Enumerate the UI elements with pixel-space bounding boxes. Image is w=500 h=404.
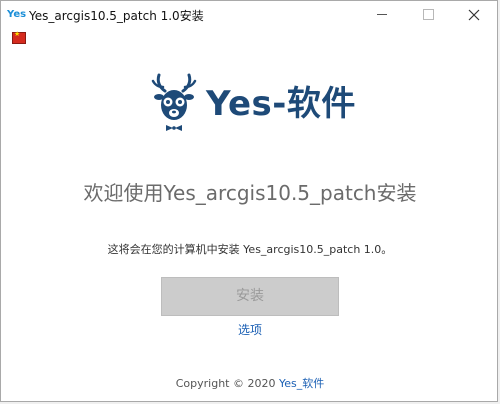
close-button[interactable] (451, 1, 497, 29)
minimize-button[interactable] (359, 1, 405, 29)
install-button[interactable]: 安装 (161, 277, 339, 316)
brand-name: Yes-软件 (206, 84, 356, 124)
china-flag-icon[interactable] (12, 30, 26, 44)
install-description: 这将会在您的计算机中安装 Yes_arcgis10.5_patch 1.0。 (107, 243, 393, 256)
app-icon: Yes (7, 9, 27, 20)
deer-logo-icon (151, 73, 197, 131)
maximize-icon (423, 9, 434, 20)
footer-copyright: Copyright © 2020 Yes_软件 (1, 375, 499, 391)
minimize-icon (377, 14, 387, 15)
title-bar[interactable]: Yes Yes_arcgis10.5_patch 1.0安装 (1, 1, 497, 29)
footer-brand-link[interactable]: Yes_软件 (279, 377, 324, 390)
options-link[interactable]: 选项 (1, 321, 499, 338)
installer-window: Yes Yes_arcgis10.5_patch 1.0安装 ★ Yes-软件 … (0, 0, 498, 402)
close-icon (468, 9, 480, 21)
options-link-label[interactable]: 选项 (238, 323, 262, 337)
window-title: Yes_arcgis10.5_patch 1.0安装 (29, 9, 204, 23)
copyright-text: Copyright © 2020 (175, 377, 279, 390)
welcome-headline: 欢迎使用Yes_arcgis10.5_patch安装 (83, 181, 417, 205)
maximize-button[interactable] (405, 1, 451, 29)
